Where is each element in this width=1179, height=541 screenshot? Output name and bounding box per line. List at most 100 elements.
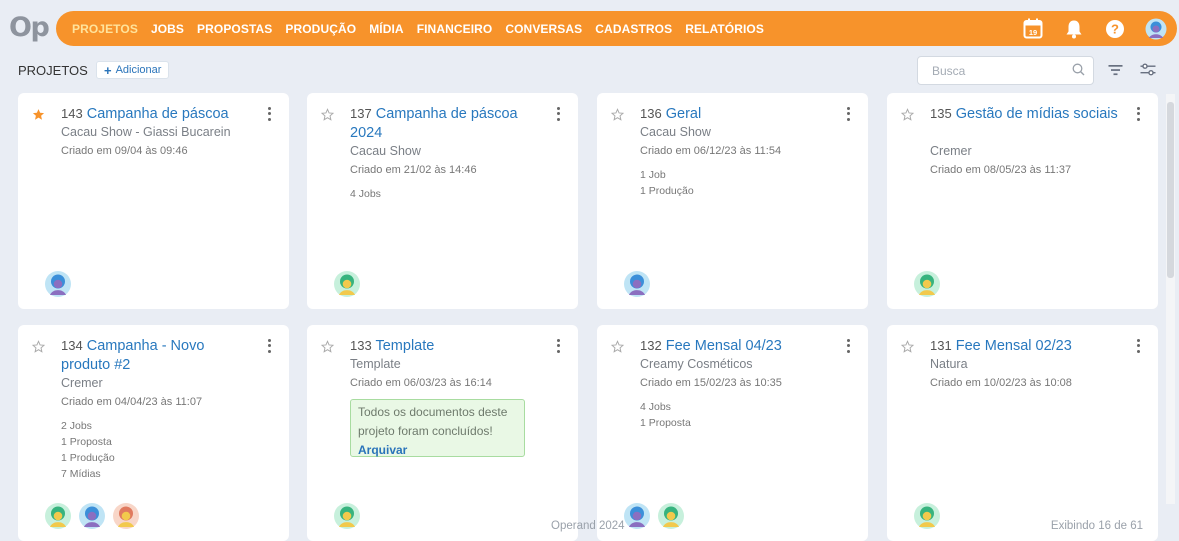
project-card[interactable]: 137 Campanha de páscoa 2024 Cacau Show Cri… xyxy=(307,93,578,309)
add-button-label: Adicionar xyxy=(115,64,162,76)
member-avatar[interactable] xyxy=(914,271,940,297)
more-options-icon[interactable] xyxy=(845,339,851,355)
client-name: Creamy Cosméticos xyxy=(640,357,753,371)
member-avatar[interactable] xyxy=(334,271,360,297)
stat-item: 2 Jobs xyxy=(61,420,92,432)
project-title: 133 Template xyxy=(350,336,546,356)
created-date: Criado em 08/05/23 às 11:37 xyxy=(930,164,1072,176)
member-avatar[interactable] xyxy=(624,503,650,529)
client-name: Template xyxy=(350,357,401,371)
more-options-icon[interactable] xyxy=(555,107,561,123)
nav-item-financeiro[interactable]: FINANCEIRO xyxy=(417,22,493,36)
project-name-link[interactable]: Campanha de páscoa xyxy=(87,106,229,122)
footer-count: Exibindo 16 de 61 xyxy=(1050,520,1143,532)
project-card[interactable]: 135 Gestão de mídias sociais Cremer Criado… xyxy=(887,93,1158,309)
top-bar: Op PROJETOS JOBS PROPOSTAS PRODUÇÃO MÍDIA FIN… xyxy=(0,0,1179,56)
nav-item-relatórios[interactable]: RELATÓRIOS xyxy=(685,22,764,36)
favorite-star-icon[interactable] xyxy=(320,340,335,358)
member-avatar[interactable] xyxy=(914,503,940,529)
stat-item: 4 Jobs xyxy=(640,401,671,413)
project-name-link[interactable]: Campanha - Novo produto #2 xyxy=(61,338,204,373)
created-date: Criado em 10/02/23 às 10:08 xyxy=(930,377,1072,389)
member-avatar[interactable] xyxy=(624,271,650,297)
more-options-icon[interactable] xyxy=(266,339,272,355)
scrollbar-thumb[interactable] xyxy=(1167,102,1174,278)
created-date: Criado em 04/04/23 às 11:07 xyxy=(61,396,203,408)
bell-icon[interactable] xyxy=(1063,18,1085,40)
nav-items: PROJETOS JOBS PROPOSTAS PRODUÇÃO MÍDIA FINANC… xyxy=(72,11,777,46)
more-options-icon[interactable] xyxy=(266,107,272,123)
member-avatar[interactable] xyxy=(45,271,71,297)
nav-item-jobs[interactable]: JOBS xyxy=(151,22,184,36)
favorite-star-icon[interactable] xyxy=(610,108,625,126)
project-card[interactable]: 143 Campanha de páscoa Cacau Show - Giass… xyxy=(18,93,289,309)
svg-text:?: ? xyxy=(1111,21,1119,36)
favorite-star-icon[interactable] xyxy=(31,340,46,358)
more-options-icon[interactable] xyxy=(845,107,851,123)
nav-item-projetos[interactable]: PROJETOS xyxy=(72,22,138,36)
project-name-link[interactable]: Fee Mensal 04/23 xyxy=(666,338,782,354)
project-title: 131 Fee Mensal 02/23 xyxy=(930,336,1126,356)
more-options-icon[interactable] xyxy=(1135,107,1141,123)
filter-icon[interactable] xyxy=(1108,63,1123,81)
settings-sliders-icon[interactable] xyxy=(1140,63,1156,81)
nav-item-cadastros[interactable]: CADASTROS xyxy=(595,22,672,36)
project-title: 137 Campanha de páscoa 2024 xyxy=(350,104,546,143)
more-options-icon[interactable] xyxy=(555,339,561,355)
project-title: 136 Geral xyxy=(640,104,836,124)
created-date: Criado em 21/02 às 14:46 xyxy=(350,164,477,176)
project-stats: 4 Jobs 1 Proposta xyxy=(640,399,691,431)
nav-item-propostas[interactable]: PROPOSTAS xyxy=(197,22,272,36)
project-title: 132 Fee Mensal 04/23 xyxy=(640,336,836,356)
user-avatar[interactable] xyxy=(1145,18,1167,40)
member-avatar[interactable] xyxy=(658,503,684,529)
project-card[interactable]: 136 Geral Cacau Show Criado em 06/12/23 às… xyxy=(597,93,868,309)
nav-item-produção[interactable]: PRODUÇÃO xyxy=(285,22,356,36)
more-options-icon[interactable] xyxy=(1135,339,1141,355)
client-name: Cremer xyxy=(61,376,103,390)
project-name-link[interactable]: Gestão de mídias sociais xyxy=(956,106,1118,122)
project-name-link[interactable]: Fee Mensal 02/23 xyxy=(956,338,1072,354)
notice-text: Todos os documentos deste projeto foram … xyxy=(358,405,508,438)
nav-item-conversas[interactable]: CONVERSAS xyxy=(505,22,582,36)
project-number: 136 xyxy=(640,106,662,121)
brand-logo[interactable]: Op xyxy=(9,12,50,43)
favorite-star-icon[interactable] xyxy=(610,340,625,358)
project-number: 132 xyxy=(640,338,662,353)
project-name-link[interactable]: Geral xyxy=(666,106,701,122)
project-title: 134 Campanha - Novo produto #2 xyxy=(61,336,257,375)
project-stats: 4 Jobs xyxy=(350,186,381,202)
favorite-star-icon[interactable] xyxy=(32,108,45,126)
favorite-star-icon[interactable] xyxy=(320,108,335,126)
project-stats: 2 Jobs 1 Proposta 1 Produção 7 Mídias xyxy=(61,418,115,482)
stat-item: 1 Proposta xyxy=(61,436,112,448)
project-number: 134 xyxy=(61,338,83,353)
favorite-star-icon[interactable] xyxy=(900,340,915,358)
archive-link[interactable]: Arquivar xyxy=(358,443,407,457)
project-name-link[interactable]: Template xyxy=(375,338,434,354)
project-card[interactable]: 131 Fee Mensal 02/23 Natura Criado em 10/0… xyxy=(887,325,1158,541)
member-avatar[interactable] xyxy=(79,503,105,529)
stat-item: 1 Proposta xyxy=(640,417,691,429)
project-title: 135 Gestão de mídias sociais xyxy=(930,104,1126,124)
client-name: Natura xyxy=(930,357,968,371)
member-avatar[interactable] xyxy=(45,503,71,529)
add-project-button[interactable]: + Adicionar xyxy=(96,61,170,79)
page-title: PROJETOS xyxy=(18,63,88,78)
help-icon[interactable]: ? xyxy=(1104,18,1126,40)
project-card[interactable]: 133 Template Template Criado em 06/03/23 à… xyxy=(307,325,578,541)
calendar-icon[interactable]: 19 xyxy=(1022,18,1044,40)
nav-item-mídia[interactable]: MÍDIA xyxy=(369,22,404,36)
project-number: 137 xyxy=(350,106,372,121)
search-input[interactable] xyxy=(932,64,1072,78)
created-date: Criado em 06/12/23 às 11:54 xyxy=(640,145,782,157)
project-name-link[interactable]: Campanha de páscoa 2024 xyxy=(350,106,518,141)
favorite-star-icon[interactable] xyxy=(900,108,915,126)
search-icon[interactable] xyxy=(1072,63,1085,81)
project-card[interactable]: 132 Fee Mensal 04/23 Creamy Cosméticos Cri… xyxy=(597,325,868,541)
project-card[interactable]: 134 Campanha - Novo produto #2 Cremer Cria… xyxy=(18,325,289,541)
footer-copyright: Operand 2024 xyxy=(551,520,625,532)
member-avatar[interactable] xyxy=(113,503,139,529)
member-avatar[interactable] xyxy=(334,503,360,529)
stat-item: 7 Mídias xyxy=(61,468,101,480)
